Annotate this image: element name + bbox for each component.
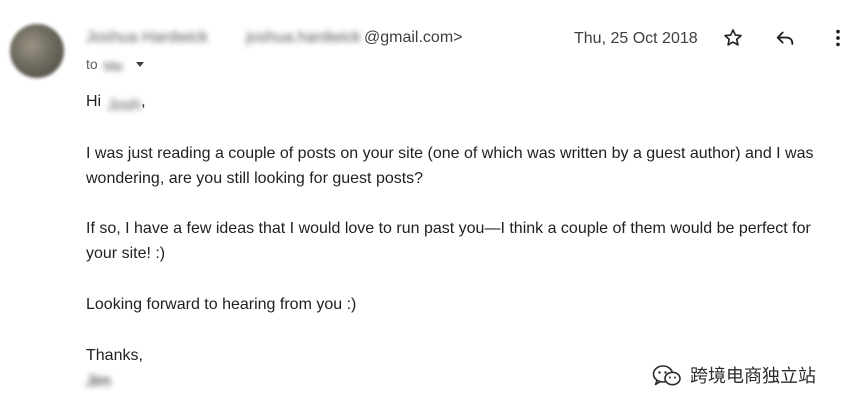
more-vertical-icon	[836, 29, 840, 47]
star-icon	[724, 29, 742, 46]
body-paragraph-2: If so, I have a few ideas that I would l…	[86, 220, 811, 262]
greeting-name: Josh	[107, 96, 141, 111]
greeting-prefix: Hi	[86, 93, 102, 110]
recipient-dropdown-icon[interactable]	[135, 61, 144, 67]
reply-button[interactable]	[771, 24, 799, 52]
signature: Jim	[86, 373, 111, 387]
sender-email-local: joshua.hardwick	[246, 29, 361, 46]
watermark: 跨境电商独立站	[652, 364, 816, 388]
recipient-line[interactable]: to Me	[86, 55, 144, 73]
body-paragraph-3: Looking forward to hearing from you :)	[86, 296, 357, 313]
greeting: Hi Josh ,	[86, 89, 846, 114]
more-options-button[interactable]	[824, 24, 852, 52]
recipient-prefix: to	[86, 56, 98, 72]
message-date: Thu, 25 Oct 2018	[574, 30, 698, 47]
recipient-name: Me	[103, 58, 124, 71]
reply-icon	[776, 31, 794, 45]
wechat-icon	[652, 365, 681, 386]
sender-name: Joshua Hardwick	[86, 29, 208, 46]
watermark-text: 跨境电商独立站	[690, 366, 816, 386]
sender-email-domain: @gmail.com>	[364, 29, 463, 46]
sender-avatar	[10, 24, 64, 78]
body-paragraph-1: I was just reading a couple of posts on …	[86, 145, 814, 187]
greeting-suffix: ,	[141, 93, 146, 110]
sender-line: Joshua Hardwick joshua.hardwick @gmail.c…	[86, 28, 463, 48]
star-button[interactable]	[719, 24, 747, 52]
